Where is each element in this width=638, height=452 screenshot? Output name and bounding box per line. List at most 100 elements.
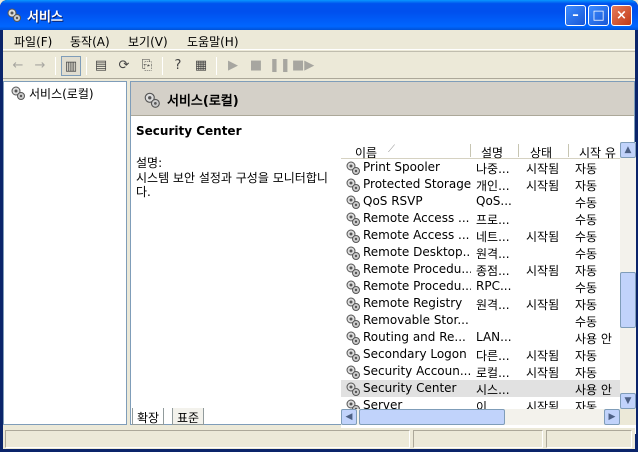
status-cell-3 bbox=[546, 430, 632, 448]
scroll-up-icon[interactable]: ▲ bbox=[620, 142, 636, 158]
menu-help[interactable]: 도움말(H) bbox=[187, 33, 239, 50]
back-arrow-icon[interactable]: ← bbox=[8, 56, 28, 76]
service-row[interactable]: Secondary Logon 다른... 시작됨 자동 bbox=[341, 346, 620, 363]
service-state: 시작됨 bbox=[526, 179, 560, 193]
service-startup-type: 수동 bbox=[575, 281, 598, 295]
horizontal-scrollbar[interactable]: ◀ ▶ bbox=[341, 409, 620, 425]
status-cell-2 bbox=[413, 430, 543, 448]
description-panel: Security Center 설명: 시스템 보안 설정과 구성을 모니터합니… bbox=[136, 124, 336, 199]
service-description: 나중... bbox=[476, 162, 510, 176]
service-row[interactable]: Security Center 시스... 사용 안 bbox=[341, 380, 620, 397]
details-pane: 서비스(로컬) Security Center 설명: 시스템 보안 설정과 구… bbox=[130, 81, 636, 434]
scroll-down-icon[interactable]: ▼ bbox=[620, 393, 636, 409]
service-row[interactable]: Protected Storage 개인... 시작됨 자동 bbox=[341, 176, 620, 193]
service-name: Protected Storage bbox=[363, 177, 471, 191]
pause-icon[interactable]: ❚❚ bbox=[269, 56, 291, 76]
service-name: Remote Access ... bbox=[363, 211, 470, 225]
service-state: 시작됨 bbox=[526, 162, 560, 176]
restart-icon[interactable]: ■▶ bbox=[292, 56, 314, 76]
service-name: Security Accoun... bbox=[363, 364, 471, 378]
vertical-scrollbar[interactable]: ▲ ▼ bbox=[620, 142, 636, 409]
service-name: Routing and Re... bbox=[363, 330, 466, 344]
service-gear-icon bbox=[346, 348, 360, 362]
service-name: Removable Stor... bbox=[363, 313, 469, 327]
play-icon[interactable]: ▶ bbox=[223, 56, 243, 76]
service-row[interactable]: Removable Stor... 수동 bbox=[341, 312, 620, 329]
service-name: Secondary Logon bbox=[363, 347, 467, 361]
menu-file[interactable]: 파일(F) bbox=[14, 33, 52, 50]
service-description: RPC... bbox=[476, 279, 512, 293]
service-description: LAN... bbox=[476, 330, 512, 344]
service-row[interactable]: Security Accoun... 로컬... 시작됨 자동 bbox=[341, 363, 620, 380]
maximize-button[interactable]: □ bbox=[588, 5, 609, 26]
services-rows: Print Spooler 나중... 시작됨 자동 Protected Storage… bbox=[341, 159, 620, 414]
console-icon[interactable]: ▦ bbox=[191, 56, 211, 76]
service-description: 네트... bbox=[476, 230, 510, 244]
service-name: QoS RSVP bbox=[363, 194, 423, 208]
help-icon[interactable]: ? bbox=[168, 56, 188, 76]
service-startup-type: 수동 bbox=[575, 213, 598, 227]
services-gear-icon bbox=[11, 86, 25, 100]
service-row[interactable]: Remote Procedu... 종점... 시작됨 자동 bbox=[341, 261, 620, 278]
pane-title: 서비스(로컬) bbox=[167, 94, 239, 109]
show-tree-icon[interactable]: ▥ bbox=[61, 56, 81, 76]
service-gear-icon bbox=[346, 212, 360, 226]
service-row[interactable]: QoS RSVP QoS... 수동 bbox=[341, 193, 620, 210]
service-gear-icon bbox=[346, 280, 360, 294]
service-startup-type: 사용 안 bbox=[575, 332, 612, 346]
minimize-button[interactable]: – bbox=[565, 5, 586, 26]
service-startup-type: 자동 bbox=[575, 179, 598, 193]
menu-view[interactable]: 보기(V) bbox=[128, 33, 168, 50]
tab-standard[interactable]: 표준 bbox=[172, 408, 205, 425]
service-state: 시작됨 bbox=[526, 298, 560, 312]
refresh-icon[interactable]: ⟳ bbox=[114, 56, 134, 76]
service-row[interactable]: Print Spooler 나중... 시작됨 자동 bbox=[341, 159, 620, 176]
service-gear-icon bbox=[346, 195, 360, 209]
description-label: 설명: bbox=[136, 156, 163, 170]
service-row[interactable]: Remote Procedu... RPC... 수동 bbox=[341, 278, 620, 295]
service-gear-icon bbox=[346, 178, 360, 192]
services-list: 이름 ⟋ 설명 상태 시작 유 Print Spooler 나중... 시작됨 자동 P… bbox=[341, 142, 636, 434]
sort-icon: ⟋ bbox=[388, 144, 395, 155]
service-startup-type: 자동 bbox=[575, 366, 598, 380]
tree-item-services-local[interactable]: 서비스(로컬) bbox=[10, 85, 94, 102]
service-gear-icon bbox=[346, 161, 360, 175]
service-startup-type: 사용 안 bbox=[575, 383, 612, 397]
service-state: 시작됨 bbox=[526, 230, 560, 244]
properties-icon[interactable]: ▤ bbox=[91, 56, 111, 76]
horizontal-scroll-thumb[interactable] bbox=[359, 409, 505, 425]
menu-bar: 파일(F) 동작(A) 보기(V) 도움말(H) bbox=[3, 30, 635, 50]
service-row[interactable]: Remote Access ... 네트... 시작됨 수동 bbox=[341, 227, 620, 244]
title-bar[interactable]: 서비스 – □ × bbox=[0, 0, 638, 30]
service-gear-icon bbox=[346, 229, 360, 243]
service-row[interactable]: Remote Access ... 프로... 수동 bbox=[341, 210, 620, 227]
service-startup-type: 수동 bbox=[575, 196, 598, 210]
service-name: Remote Desktop... bbox=[363, 245, 471, 259]
service-description: 개인... bbox=[476, 179, 510, 193]
service-name: Security Center bbox=[363, 381, 457, 395]
service-description: 다른... bbox=[476, 349, 510, 363]
console-tree: 서비스(로컬) bbox=[3, 81, 127, 425]
service-startup-type: 자동 bbox=[575, 349, 598, 363]
column-header: 이름 ⟋ 설명 상태 시작 유 bbox=[341, 142, 620, 160]
service-row[interactable]: Remote Registry 원격... 시작됨 자동 bbox=[341, 295, 620, 312]
service-row[interactable]: Routing and Re... LAN... 사용 안 bbox=[341, 329, 620, 346]
window-body: 파일(F) 동작(A) 보기(V) 도움말(H) ← → ▥ ▤ ⟳ ⎘ ? ▦… bbox=[3, 30, 636, 449]
forward-arrow-icon[interactable]: → bbox=[30, 56, 50, 76]
close-button[interactable]: × bbox=[611, 5, 632, 26]
export-list-icon[interactable]: ⎘ bbox=[137, 56, 157, 76]
service-gear-icon bbox=[346, 314, 360, 328]
description-text: 시스템 보안 설정과 구성을 모니터합니다. bbox=[136, 171, 328, 199]
service-description: 시스... bbox=[476, 383, 510, 397]
service-gear-icon bbox=[346, 382, 360, 396]
services-window: 서비스 – □ × 파일(F) 동작(A) 보기(V) 도움말(H) ← → ▥… bbox=[0, 0, 638, 452]
stop-icon[interactable]: ■ bbox=[246, 56, 266, 76]
service-row[interactable]: Remote Desktop... 원격... 수동 bbox=[341, 244, 620, 261]
service-startup-type: 수동 bbox=[575, 315, 598, 329]
scroll-right-icon[interactable]: ▶ bbox=[604, 409, 620, 425]
menu-action[interactable]: 동작(A) bbox=[70, 33, 110, 50]
vertical-scroll-thumb[interactable] bbox=[620, 272, 636, 328]
scroll-left-icon[interactable]: ◀ bbox=[341, 409, 357, 425]
service-name: Remote Access ... bbox=[363, 228, 470, 242]
tab-extended[interactable]: 확장 bbox=[132, 408, 165, 425]
